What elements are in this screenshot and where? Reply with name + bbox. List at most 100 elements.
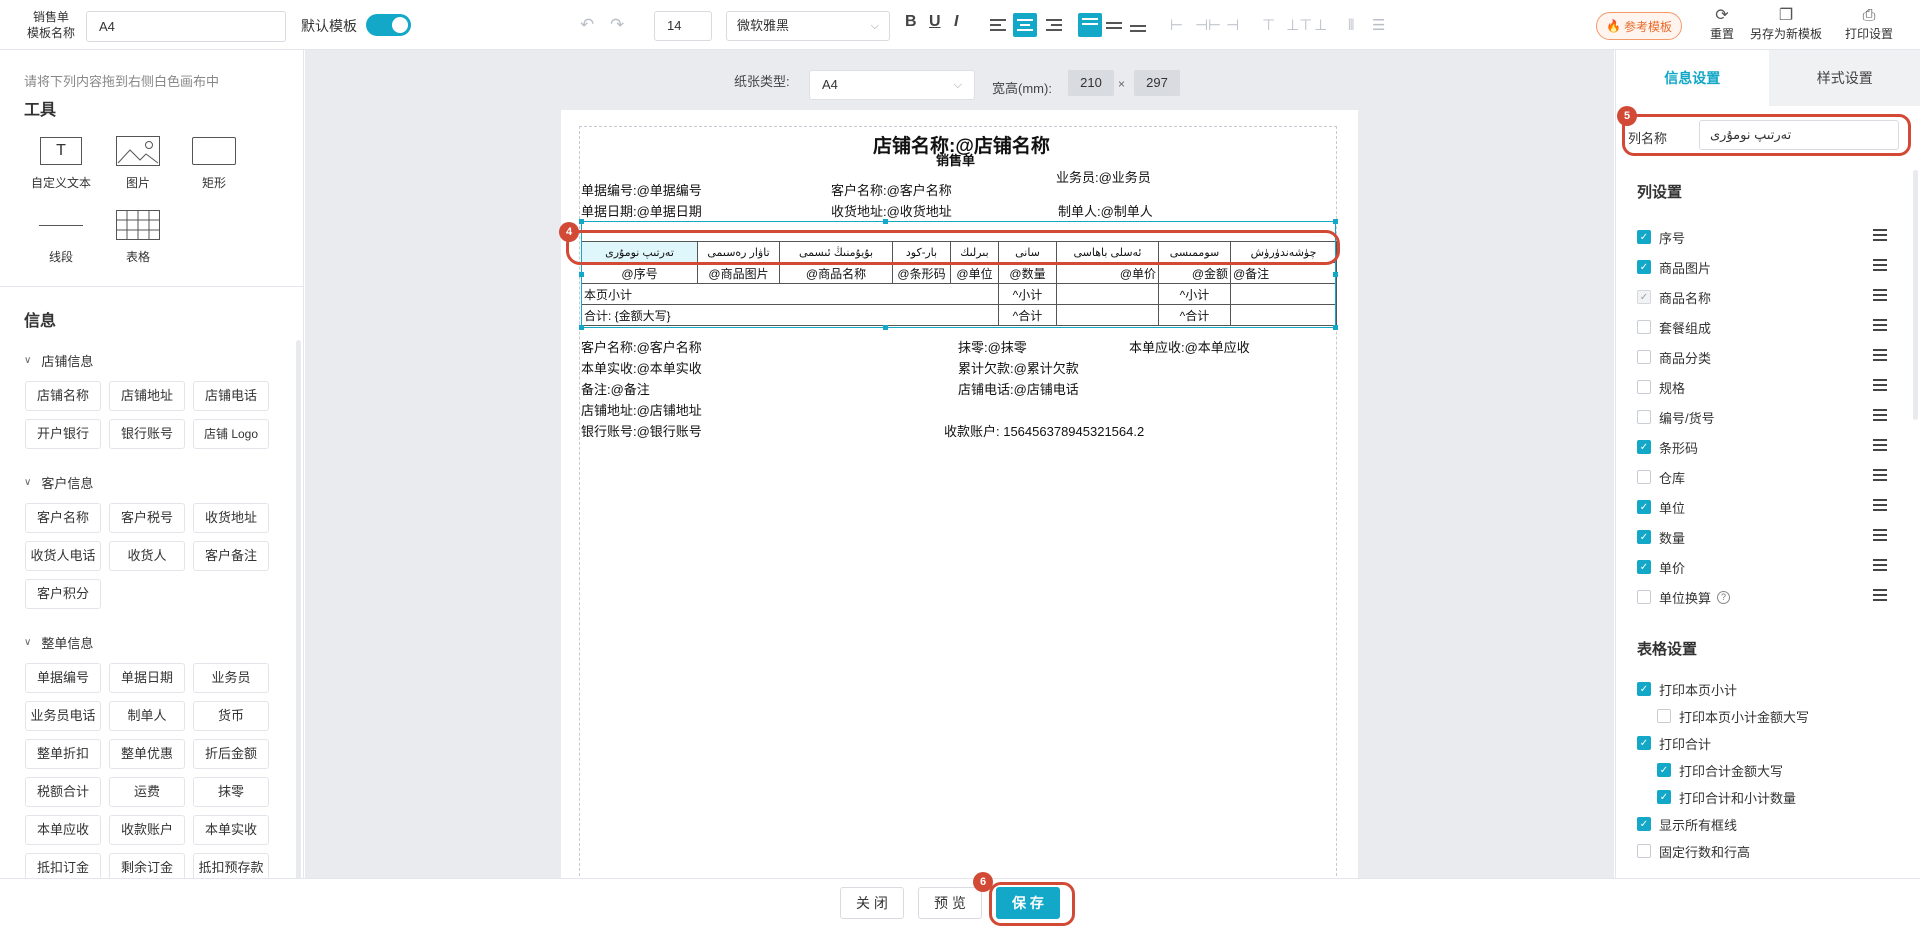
checkbox[interactable]: ✓	[1657, 763, 1671, 777]
doc-salesman[interactable]: 业务员:@业务员	[1056, 167, 1151, 186]
checkbox[interactable]: ✓	[1637, 230, 1651, 244]
checkbox[interactable]: ✓	[1637, 260, 1651, 274]
save-as-new-button[interactable]: ❐ 另存为新模板	[1750, 7, 1822, 42]
doc-date[interactable]: 单据日期:@单据日期	[581, 201, 702, 220]
align-objects-top-icon[interactable]: ⊤	[1262, 13, 1275, 37]
column-setting-row[interactable]: 编号/货号	[1637, 407, 1887, 427]
column-setting-row[interactable]: ✓ 商品图片	[1637, 257, 1887, 277]
field-chip[interactable]: 运费	[109, 777, 185, 807]
checkbox[interactable]: ✓	[1637, 682, 1651, 696]
bold-button[interactable]: B	[905, 13, 917, 31]
field-chip[interactable]: 店铺名称	[25, 381, 101, 411]
drag-handle-icon[interactable]	[1873, 439, 1887, 451]
table-cell[interactable]: @金额	[1158, 262, 1231, 284]
tool-table[interactable]: 表格	[103, 210, 173, 265]
field-chip[interactable]: 本单实收	[193, 815, 269, 845]
column-setting-row[interactable]: 规格	[1637, 377, 1887, 397]
field-chip[interactable]: 收款账户	[109, 815, 185, 845]
close-button[interactable]: 关 闭	[840, 887, 904, 919]
valign-middle-icon[interactable]	[1102, 13, 1126, 37]
table-cell[interactable]: @数量	[998, 262, 1057, 284]
drag-handle-icon[interactable]	[1873, 379, 1887, 391]
table-cell[interactable]: @商品图片	[697, 262, 780, 284]
tool-line[interactable]: 线段	[26, 210, 96, 265]
italic-button[interactable]: I	[954, 13, 958, 31]
redo-icon[interactable]: ↷	[610, 13, 624, 37]
drag-handle-icon[interactable]	[1873, 229, 1887, 241]
field-chip[interactable]: 剩余订金	[109, 853, 185, 878]
align-objects-middle-icon[interactable]: ⊥⊤	[1286, 13, 1312, 37]
subtotal-label[interactable]: 本页小计	[581, 283, 999, 305]
checkbox[interactable]: ✓	[1637, 530, 1651, 544]
drag-handle-icon[interactable]	[1873, 589, 1887, 601]
resize-handle[interactable]	[1333, 219, 1338, 224]
footer-received[interactable]: 本单实收:@本单实收	[581, 358, 702, 377]
field-chip[interactable]: 整单优惠	[109, 739, 185, 769]
field-chip[interactable]: 开户银行	[25, 419, 101, 449]
field-chip[interactable]: 店铺电话	[193, 381, 269, 411]
footer-rounding[interactable]: 抹零:@抹零	[958, 337, 1027, 356]
resize-handle[interactable]	[1333, 272, 1338, 277]
subtotal-amount[interactable]: ^小计	[1158, 283, 1231, 305]
field-chip[interactable]: 银行账号	[109, 419, 185, 449]
resize-handle[interactable]	[883, 325, 888, 330]
table-setting-row[interactable]: ✓ 打印合计	[1637, 733, 1887, 753]
field-chip[interactable]: 整单折扣	[25, 739, 101, 769]
table-setting-row[interactable]: ✓ 打印合计金额大写	[1657, 760, 1907, 780]
doc-number[interactable]: 单据编号:@单据编号	[581, 180, 702, 199]
field-chip[interactable]: 货币	[193, 701, 269, 731]
tool-rectangle[interactable]: 矩形	[179, 136, 249, 191]
checkbox[interactable]: ✓	[1637, 736, 1651, 750]
reset-button[interactable]: ⟳ 重置	[1710, 7, 1734, 42]
column-setting-row[interactable]: ✓ 单位	[1637, 497, 1887, 517]
resize-handle[interactable]	[579, 325, 584, 330]
field-chip[interactable]: 本单应收	[25, 815, 101, 845]
drag-handle-icon[interactable]	[1873, 529, 1887, 541]
footer-customer[interactable]: 客户名称:@客户名称	[581, 337, 702, 356]
column-setting-row[interactable]: 套餐组成	[1637, 317, 1887, 337]
font-family-select[interactable]: 微软雅黑 ⌵	[726, 11, 890, 41]
checkbox[interactable]	[1637, 410, 1651, 424]
font-size-input[interactable]: 14	[654, 11, 712, 41]
table-cell[interactable]	[1056, 283, 1159, 305]
table-setting-row[interactable]: ✓ 显示所有框线	[1637, 814, 1887, 834]
field-chip[interactable]: 业务员	[193, 663, 269, 693]
checkbox[interactable]: ✓	[1657, 790, 1671, 804]
print-settings-button[interactable]: ⎙ 打印设置	[1845, 7, 1893, 42]
column-setting-row[interactable]: ✓ 数量	[1637, 527, 1887, 547]
drag-handle-icon[interactable]	[1873, 289, 1887, 301]
group-shop-info[interactable]: ∨ 店铺信息	[24, 351, 93, 370]
checkbox[interactable]: ✓	[1637, 500, 1651, 514]
doc-maker[interactable]: 制单人:@制单人	[1058, 201, 1153, 220]
total-label[interactable]: 合计: {金额大写}	[581, 304, 999, 326]
paper-width-input[interactable]: 210	[1068, 70, 1114, 96]
template-name-input[interactable]: A4	[86, 11, 286, 42]
total-amount[interactable]: ^合计	[1158, 304, 1231, 326]
left-scrollbar[interactable]	[296, 340, 301, 878]
field-chip[interactable]: 制单人	[109, 701, 185, 731]
help-icon[interactable]: ?	[1717, 590, 1731, 604]
resize-handle[interactable]	[579, 272, 584, 277]
drag-handle-icon[interactable]	[1873, 259, 1887, 271]
total-qty[interactable]: ^合计	[998, 304, 1057, 326]
checkbox[interactable]	[1637, 844, 1651, 858]
column-setting-row[interactable]: ✓ 商品名称	[1637, 287, 1887, 307]
table-setting-row[interactable]: ✓ 打印本页小计	[1637, 679, 1887, 699]
field-chip[interactable]: 收货地址	[193, 503, 269, 533]
field-chip[interactable]: 客户积分	[25, 579, 101, 609]
column-setting-row[interactable]: ✓ 条形码	[1637, 437, 1887, 457]
doc-ship-address[interactable]: 收货地址:@收货地址	[831, 201, 952, 220]
tab-style-settings[interactable]: 样式设置	[1768, 50, 1920, 106]
column-setting-row[interactable]: 单位换算?	[1637, 587, 1887, 607]
field-chip[interactable]: 抵扣订金	[25, 853, 101, 878]
footer-shop-address[interactable]: 店铺地址:@店铺地址	[581, 400, 702, 419]
paper-type-select[interactable]: A4 ⌵	[809, 70, 975, 100]
tool-custom-text[interactable]: T 自定义文本	[26, 136, 96, 191]
align-right-icon[interactable]	[1038, 13, 1062, 37]
resize-handle[interactable]	[579, 219, 584, 224]
subtotal-qty[interactable]: ^小计	[998, 283, 1057, 305]
table-cell[interactable]: @条形码	[892, 262, 951, 284]
checkbox[interactable]: ✓	[1637, 817, 1651, 831]
align-objects-left-icon[interactable]: ⊢	[1170, 13, 1183, 37]
table-setting-row[interactable]: 打印本页小计金额大写	[1657, 706, 1907, 726]
